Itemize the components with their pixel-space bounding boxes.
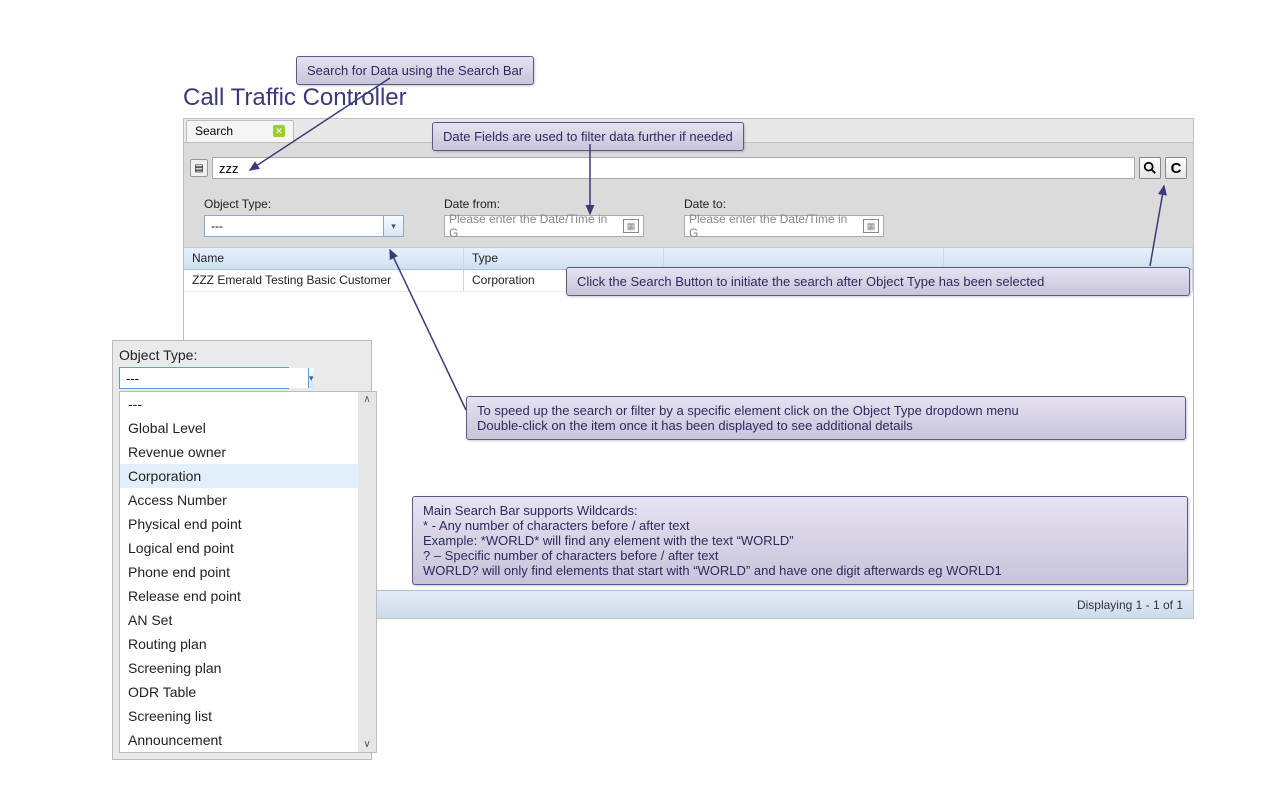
object-type-combo[interactable]: ▾ xyxy=(204,215,404,237)
popup-list-item[interactable]: Physical end point xyxy=(120,512,376,536)
date-from-input[interactable]: Please enter the Date/Time in G ▦ xyxy=(444,215,644,237)
object-type-popup: Object Type: ▾ ---Global LevelRevenue ow… xyxy=(112,340,372,760)
col-header-date[interactable] xyxy=(944,248,1193,269)
search-button[interactable] xyxy=(1139,157,1161,179)
page-title: Call Traffic Controller xyxy=(183,84,407,112)
popup-list-item[interactable]: Corporation xyxy=(120,464,376,488)
popup-list-item[interactable]: --- xyxy=(120,392,376,416)
tab-label: Search xyxy=(195,124,233,138)
popup-list-item[interactable]: Screening list xyxy=(120,704,376,728)
popup-list-item[interactable]: ODR Table xyxy=(120,680,376,704)
grid-footer-text: Displaying 1 - 1 of 1 xyxy=(1077,598,1183,612)
date-from-placeholder: Please enter the Date/Time in G xyxy=(449,212,619,240)
object-type-group: Object Type: ▾ xyxy=(204,197,404,237)
search-menu-icon[interactable]: ▤ xyxy=(190,159,208,177)
search-input[interactable] xyxy=(212,157,1135,179)
popup-list-item[interactable]: AN Set xyxy=(120,608,376,632)
callout-datefields: Date Fields are used to filter data furt… xyxy=(432,122,744,151)
date-to-group: Date to: Please enter the Date/Time in G… xyxy=(684,197,884,237)
popup-list-item[interactable]: Release end point xyxy=(120,584,376,608)
col-header-type[interactable]: Type xyxy=(464,248,664,269)
popup-list-item[interactable]: Announcement xyxy=(120,728,376,752)
tab-search[interactable]: Search ✕ xyxy=(186,120,294,142)
calendar-icon[interactable]: ▦ xyxy=(863,219,879,233)
callout-searchbar: Search for Data using the Search Bar xyxy=(296,56,534,85)
filter-row: Object Type: ▾ Date from: Please enter t… xyxy=(184,185,1193,247)
callout-wildcards-l4: ? – Specific number of characters before… xyxy=(423,548,1177,563)
callout-wildcards-l3: Example: *WORLD* will find any element w… xyxy=(423,533,1177,548)
callout-wildcards-l5: WORLD? will only find elements that star… xyxy=(423,563,1177,578)
popup-list-item[interactable]: Logical end point xyxy=(120,536,376,560)
date-from-label: Date from: xyxy=(444,197,644,211)
popup-list-item[interactable]: Revenue owner xyxy=(120,440,376,464)
popup-list-item[interactable]: Global Level xyxy=(120,416,376,440)
popup-label: Object Type: xyxy=(119,347,365,363)
callout-objecttype-l1: To speed up the search or filter by a sp… xyxy=(477,403,1175,418)
popup-combo[interactable]: ▾ xyxy=(119,367,289,389)
popup-list-item[interactable]: Access Number xyxy=(120,488,376,512)
scroll-up-icon[interactable]: ∧ xyxy=(363,394,370,405)
callout-wildcards-l2: * - Any number of characters before / af… xyxy=(423,518,1177,533)
date-to-input[interactable]: Please enter the Date/Time in G ▦ xyxy=(684,215,884,237)
scrollbar[interactable]: ∧ ∨ xyxy=(358,392,376,752)
popup-list: ---Global LevelRevenue ownerCorporationA… xyxy=(119,391,377,753)
calendar-icon[interactable]: ▦ xyxy=(623,219,639,233)
popup-combo-input[interactable] xyxy=(120,368,308,388)
callout-searchbutton: Click the Search Button to initiate the … xyxy=(566,267,1190,296)
date-to-label: Date to: xyxy=(684,197,884,211)
close-icon[interactable]: ✕ xyxy=(273,125,285,137)
callout-wildcards: Main Search Bar supports Wildcards: * - … xyxy=(412,496,1188,585)
object-type-value[interactable] xyxy=(205,216,383,236)
object-type-label: Object Type: xyxy=(204,197,404,211)
popup-list-item[interactable]: Phone end point xyxy=(120,560,376,584)
col-header-name[interactable]: Name xyxy=(184,248,464,269)
popup-list-item[interactable]: Routing plan xyxy=(120,632,376,656)
magnifier-icon xyxy=(1143,161,1157,175)
col-header-rev[interactable] xyxy=(664,248,944,269)
scroll-down-icon[interactable]: ∨ xyxy=(363,739,370,750)
callout-wildcards-l1: Main Search Bar supports Wildcards: xyxy=(423,503,1177,518)
cell-name: ZZZ Emerald Testing Basic Customer xyxy=(184,270,464,291)
chevron-down-icon[interactable]: ▾ xyxy=(383,216,403,236)
clear-button[interactable]: C xyxy=(1165,157,1187,179)
popup-list-item[interactable]: Screening plan xyxy=(120,656,376,680)
date-to-placeholder: Please enter the Date/Time in G xyxy=(689,212,859,240)
date-from-group: Date from: Please enter the Date/Time in… xyxy=(444,197,644,237)
callout-objecttype: To speed up the search or filter by a sp… xyxy=(466,396,1186,440)
callout-objecttype-l2: Double-click on the item once it has bee… xyxy=(477,418,1175,433)
chevron-down-icon[interactable]: ▾ xyxy=(308,368,314,388)
